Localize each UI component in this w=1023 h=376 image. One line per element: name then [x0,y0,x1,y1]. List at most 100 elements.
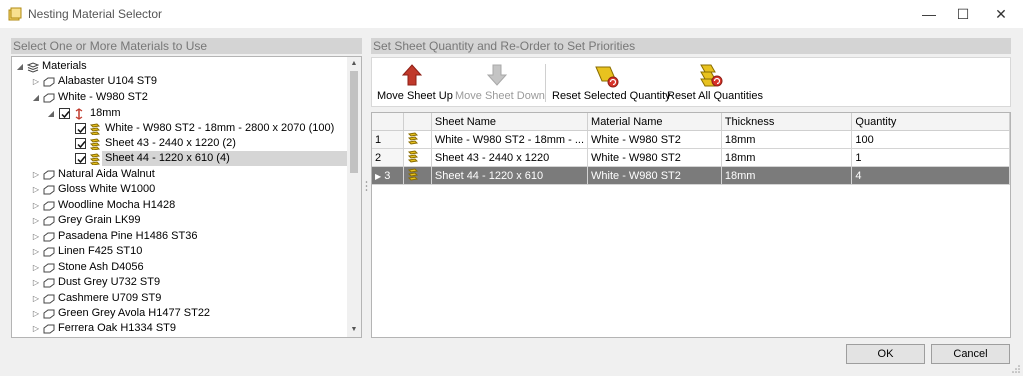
row-number: 1 [372,130,404,149]
app-icon [8,7,22,21]
cell-sheet-name[interactable]: Sheet 44 - 1220 x 610 [431,166,589,185]
cell-sheet-name[interactable]: Sheet 43 - 2440 x 1220 [431,148,589,167]
thickness-checkbox[interactable] [59,108,70,119]
expand-icon[interactable]: ▷ [32,260,40,275]
move-up-label: Move Sheet Up [377,90,453,102]
collapse-icon[interactable]: ◢ [47,106,55,121]
tree-node-material[interactable]: ▷ Stone Ash D4056 [12,260,352,275]
col-header-thickness[interactable]: Thickness [721,113,853,131]
tree-scrollbar[interactable]: ▲ ▼ [347,57,361,337]
tree-label: Grey Grain LK99 [58,214,141,226]
tree-node-sheet[interactable]: Sheet 43 - 2440 x 1220 (2) [12,136,352,151]
row-number: ▶ 3 [372,166,404,185]
minimize-icon[interactable]: — [914,4,944,24]
row-number-value: 3 [384,169,391,182]
tree-label: Dust Grey U732 ST9 [58,276,161,288]
tree-label: Sheet 43 - 2440 x 1220 (2) [105,137,236,149]
arrow-up-icon [402,64,422,86]
tree-node-sheet[interactable]: White - W980 ST2 - 18mm - 2800 x 2070 (1… [12,121,352,136]
table-row-selected[interactable]: ▶ 3 Sheet 44 - 1220 x 610 White - W980 S… [372,166,1010,185]
expand-icon[interactable]: ▷ [32,182,40,197]
expand-icon[interactable]: ▷ [32,244,40,259]
tree-label: Stone Ash D4056 [58,261,144,273]
sheet-stack-icon [403,166,432,185]
sheet-grid[interactable]: Sheet Name Material Name Thickness Quant… [371,112,1011,338]
sheet-checkbox[interactable] [75,123,86,134]
expand-icon[interactable]: ▷ [32,321,40,336]
tree-node-material[interactable]: ▷ Green Grey Avola H1477 ST22 [12,306,352,321]
expand-icon[interactable]: ▷ [32,167,40,182]
tree-node-material[interactable]: ▷ Natural Aida Walnut [12,167,352,182]
cell-sheet-name[interactable]: White - W980 ST2 - 18mm - ... [431,130,589,149]
close-icon[interactable]: ✕ [986,4,1016,24]
expand-icon[interactable]: ▷ [32,306,40,321]
tree-label: Green Grey Avola H1477 ST22 [58,307,211,319]
cell-material-name[interactable]: White - W980 ST2 [587,130,722,149]
collapse-icon[interactable]: ◢ [16,59,24,74]
ok-button[interactable]: OK [846,344,925,364]
material-icon [43,324,55,334]
scrollbar-thumb[interactable] [350,71,358,173]
table-row[interactable]: 1 White - W980 ST2 - 18mm - ... White - … [372,130,1010,149]
scroll-up-icon[interactable]: ▲ [347,58,361,70]
collapse-icon[interactable]: ◢ [32,90,40,105]
col-header-quantity[interactable]: Quantity [851,113,1010,131]
tree-node-materials[interactable]: ◢ Materials [12,59,352,74]
expand-icon[interactable]: ▷ [32,229,40,244]
tree-node-material[interactable]: ▷ Woodline Mocha H1428 [12,198,352,213]
tree-label: White - W980 ST2 [58,91,148,103]
tree-node-material[interactable]: ▷ Ferrera Oak H1334 ST9 [12,321,352,336]
sheet-stack-icon [89,153,101,165]
tree-node-material[interactable]: ▷ Gloss White W1000 [12,182,352,197]
tree-node-white-group[interactable]: ◢ White - W980 ST2 [12,90,352,105]
cell-thickness[interactable]: 18mm [721,166,853,185]
tree-label: Pasadena Pine H1486 ST36 [58,230,198,242]
splitter-grip-icon[interactable] [365,180,368,192]
expand-icon[interactable]: ▷ [32,275,40,290]
row-number: 2 [372,148,404,167]
expand-icon[interactable]: ▷ [32,198,40,213]
tree-node-material[interactable]: ▷ Pasadena Pine H1486 ST36 [12,229,352,244]
tree-node-material[interactable]: ▷ Linen F425 ST10 [12,244,352,259]
tree-label: Cashmere U709 ST9 [58,292,162,304]
tree-label: Materials [42,60,87,72]
tree-node-material[interactable]: ▷ Cashmere U709 ST9 [12,291,352,306]
tree-node-material[interactable]: ▷ Dust Grey U732 ST9 [12,275,352,290]
col-header-material-name[interactable]: Material Name [587,113,722,131]
cell-thickness[interactable]: 18mm [721,148,853,167]
materials-tree[interactable]: ◢ Materials ▷ Alabaster U104 ST9 ◢ White… [11,56,362,338]
cell-quantity[interactable]: 4 [851,166,1010,185]
left-panel-header: Select One or More Materials to Use [11,38,362,54]
expand-icon[interactable]: ▷ [32,291,40,306]
cell-thickness[interactable]: 18mm [721,130,853,149]
tree-node-material[interactable]: ▷ Grey Grain LK99 [12,213,352,228]
material-icon [43,247,55,257]
maximize-icon[interactable]: ☐ [948,4,978,24]
reset-selected-quantity-button[interactable]: Reset Selected Quantity [550,58,671,106]
resize-grip-icon[interactable] [1011,364,1021,374]
col-header-sheet-name[interactable]: Sheet Name [431,113,589,131]
move-sheet-up-button[interactable]: Move Sheet Up [372,58,453,106]
reset-all-quantities-button[interactable]: Reset All Quantities [664,58,763,106]
expand-icon[interactable]: ▷ [32,74,40,89]
tree-label: Ferrera Oak H1334 ST9 [58,322,176,334]
cell-quantity[interactable]: 1 [851,148,1010,167]
cell-material-name[interactable]: White - W980 ST2 [587,148,722,167]
cell-material-name[interactable]: White - W980 ST2 [587,166,722,185]
expand-icon[interactable]: ▷ [32,213,40,228]
scroll-down-icon[interactable]: ▼ [347,324,361,336]
material-icon [43,294,55,304]
sheet-checkbox[interactable] [75,138,86,149]
cancel-button[interactable]: Cancel [931,344,1010,364]
tree-node-thickness[interactable]: ◢ 18mm [12,106,352,121]
sheet-checkbox[interactable] [75,153,86,164]
tree-node-material[interactable]: ▷ Alabaster U104 ST9 [12,74,352,89]
table-row[interactable]: 2 Sheet 43 - 2440 x 1220 White - W980 ST… [372,148,1010,167]
move-sheet-down-button[interactable]: Move Sheet Down [452,58,545,106]
tree-node-sheet-selected[interactable]: Sheet 44 - 1220 x 610 (4) [12,151,352,166]
sheet-stack-icon [403,148,432,167]
material-icon [43,93,55,103]
sheet-table: Sheet Name Material Name Thickness Quant… [372,113,1010,185]
cell-quantity[interactable]: 100 [851,130,1010,149]
toolbar: Move Sheet Up Move Sheet Down Reset Sele… [371,57,1011,107]
